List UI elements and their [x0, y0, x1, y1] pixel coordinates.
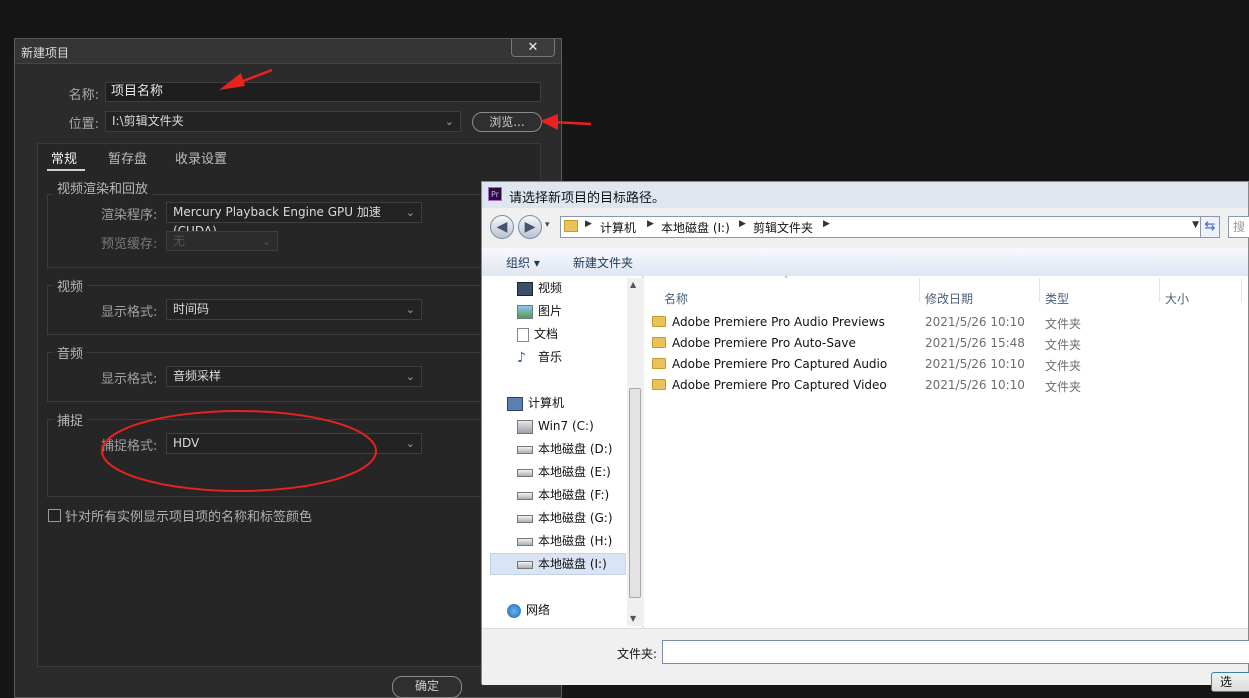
annotation-arrowhead-browse [540, 114, 558, 130]
annotation-layer [101, 68, 592, 492]
annotation-circle-capture-format [101, 410, 377, 492]
annotation-arrowhead-name [219, 73, 245, 90]
